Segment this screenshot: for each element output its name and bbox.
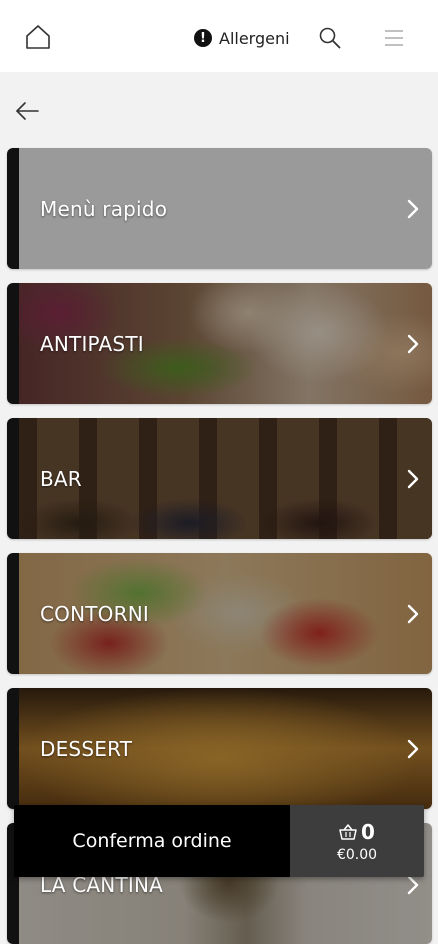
cart-button[interactable]: 0 €0.00 xyxy=(290,805,424,877)
info-exclamation-icon: ! xyxy=(194,29,212,47)
chevron-right-icon xyxy=(407,604,419,623)
category-accent xyxy=(7,148,19,269)
category-accent xyxy=(7,418,19,539)
cart-total: €0.00 xyxy=(336,846,378,863)
chevron-right-icon xyxy=(407,469,419,488)
category-card-contorni[interactable]: CONTORNI xyxy=(7,553,432,674)
chevron-right-icon xyxy=(407,739,419,758)
hamburger-menu-icon[interactable] xyxy=(384,28,404,48)
arrow-left-icon[interactable] xyxy=(14,98,40,124)
search-icon[interactable] xyxy=(318,26,342,50)
allergens-label: Allergeni xyxy=(219,28,290,48)
cart-count-row: 0 xyxy=(339,820,375,844)
category-card-bar[interactable]: BAR xyxy=(7,418,432,539)
category-card-menu-rapido[interactable]: Menù rapido xyxy=(7,148,432,269)
category-name: DESSERT xyxy=(40,736,133,761)
top-bar: ! Allergeni xyxy=(0,0,438,72)
category-name: BAR xyxy=(40,466,82,491)
chevron-right-icon xyxy=(407,199,419,218)
cart-count: 0 xyxy=(361,819,375,844)
basket-icon xyxy=(339,823,357,840)
category-accent xyxy=(7,283,19,404)
chevron-right-icon xyxy=(407,334,419,353)
category-name: Menù rapido xyxy=(40,196,168,221)
chevron-right-icon xyxy=(407,875,419,895)
category-accent xyxy=(7,688,19,809)
category-name: CONTORNI xyxy=(40,601,149,626)
confirm-order-button[interactable]: Conferma ordine xyxy=(14,805,290,877)
category-card-antipasti[interactable]: ANTIPASTI xyxy=(7,283,432,404)
order-bar: Conferma ordine 0 €0.00 xyxy=(14,805,424,877)
category-accent xyxy=(7,553,19,674)
home-icon[interactable] xyxy=(24,24,52,50)
category-card-dessert[interactable]: DESSERT xyxy=(7,688,432,809)
allergens-button[interactable]: ! Allergeni xyxy=(194,25,290,51)
category-name: ANTIPASTI xyxy=(40,331,144,356)
